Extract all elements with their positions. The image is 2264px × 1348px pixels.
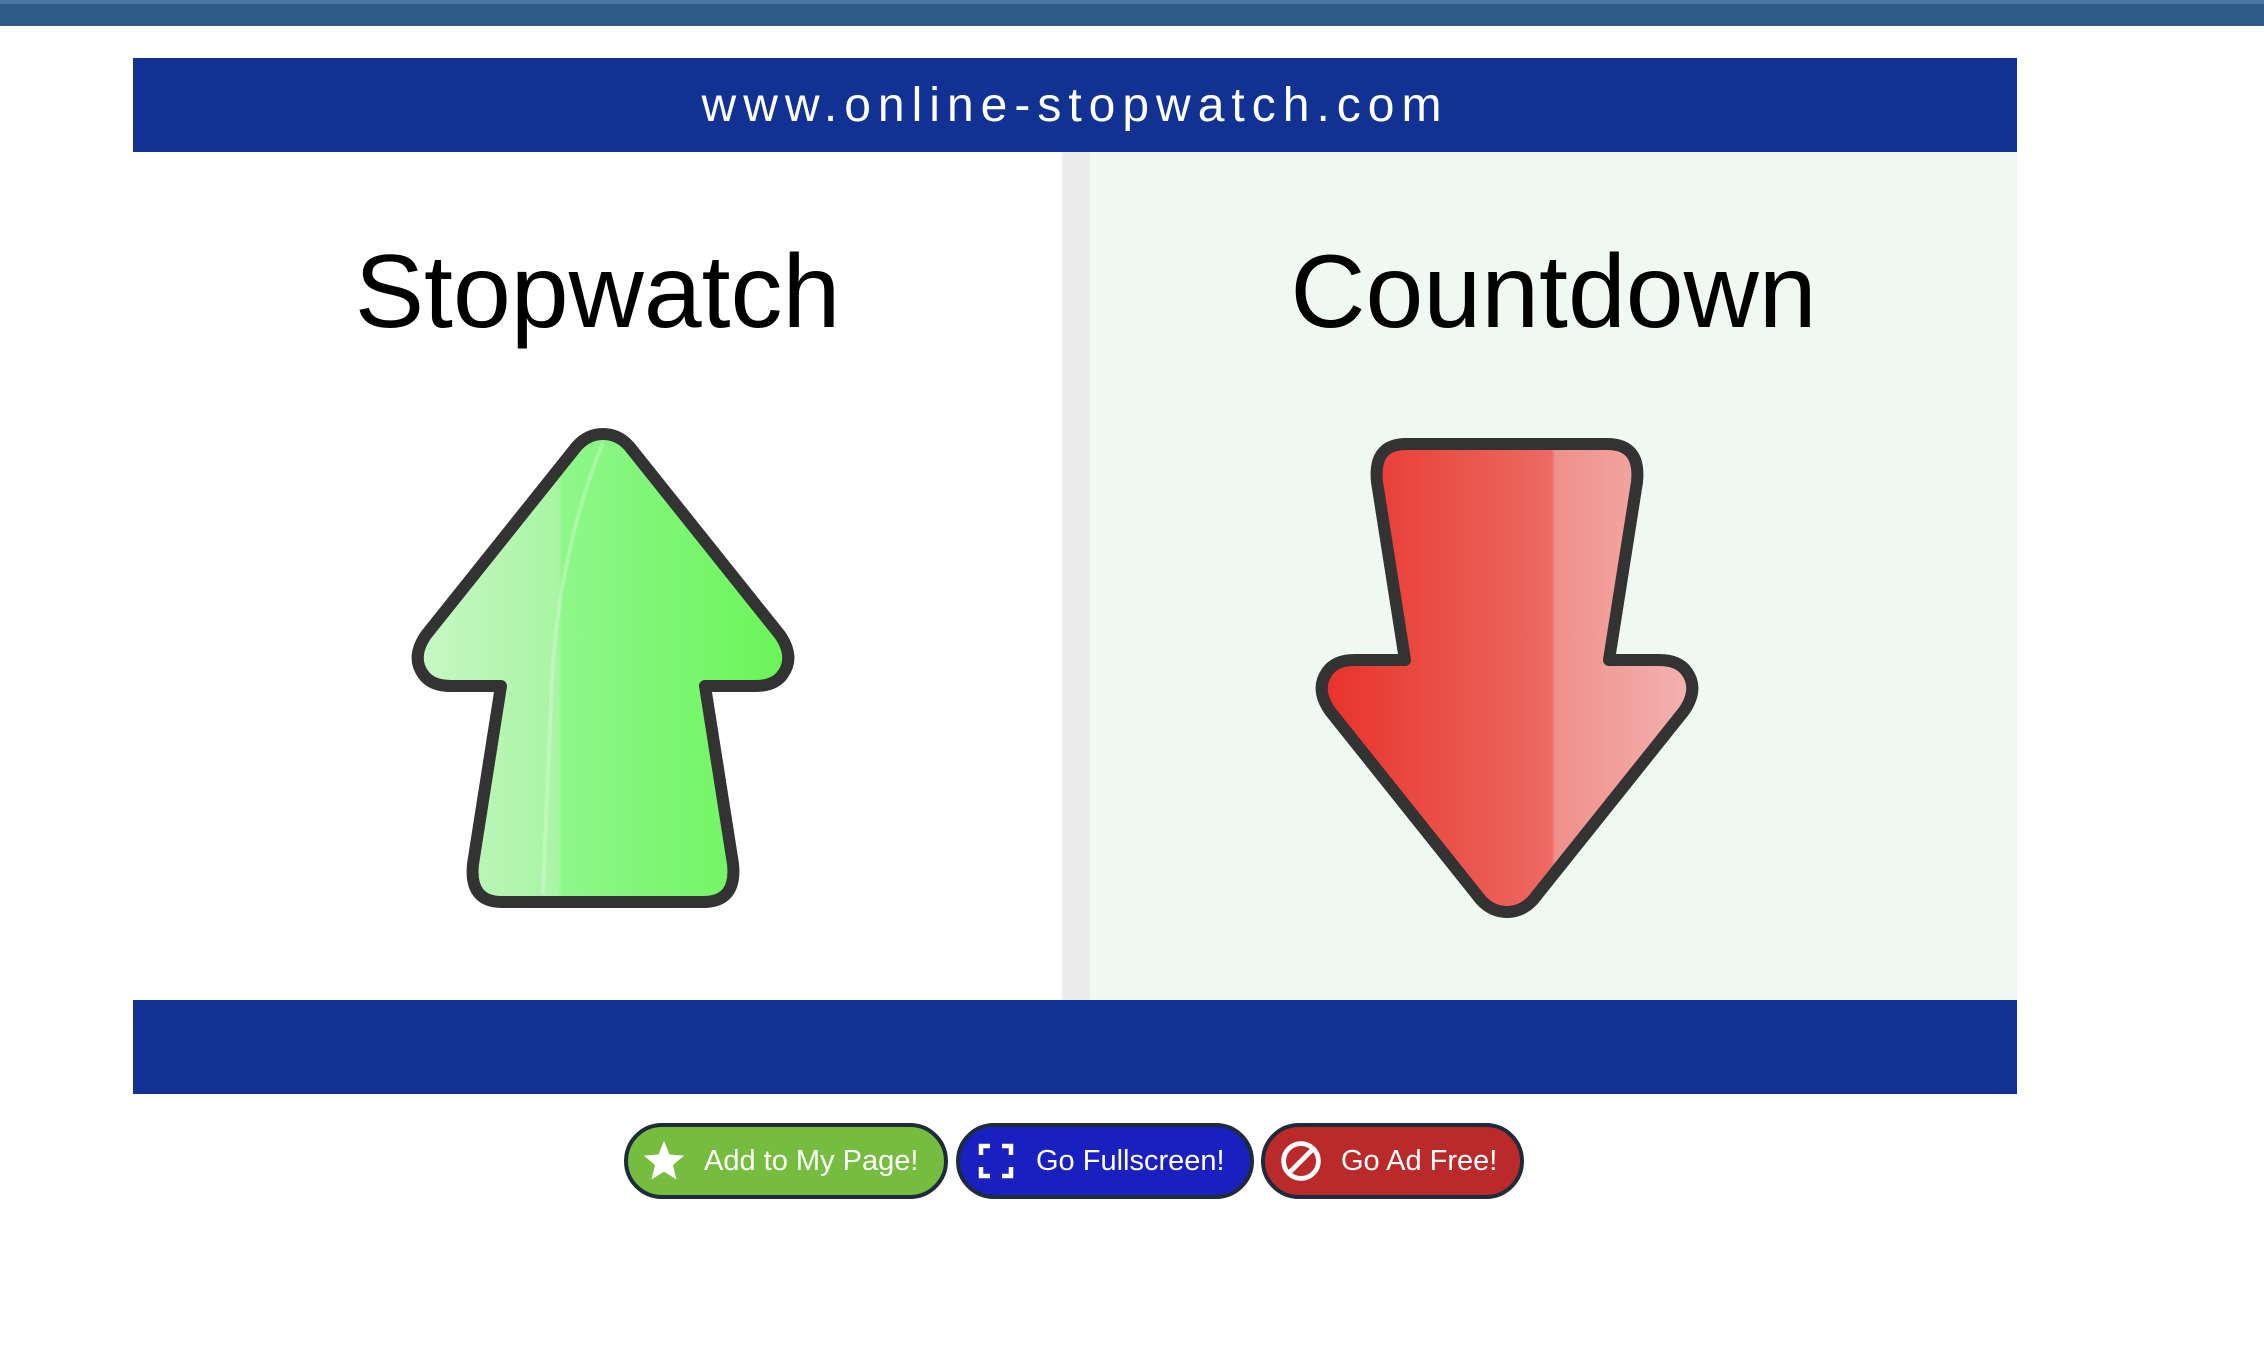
go-ad-free-label: Go Ad Free!	[1341, 1144, 1498, 1177]
add-to-my-page-label: Add to My Page!	[704, 1144, 919, 1177]
site-url[interactable]: www.online-stopwatch.com	[702, 78, 1449, 133]
fullscreen-icon	[972, 1137, 1020, 1185]
panel-divider	[1062, 152, 1090, 1000]
go-fullscreen-label: Go Fullscreen!	[1036, 1144, 1225, 1177]
browser-top-bar	[0, 0, 2264, 26]
stopwatch-panel[interactable]: Stopwatch	[133, 152, 1062, 1000]
up-arrow-icon[interactable]	[403, 412, 803, 932]
countdown-title: Countdown	[1290, 234, 1817, 350]
footer-band	[133, 1000, 2017, 1094]
go-fullscreen-button[interactable]: Go Fullscreen!	[956, 1123, 1254, 1199]
countdown-panel[interactable]: Countdown	[1090, 152, 2017, 1000]
button-row: Add to My Page! Go Fullscreen! Go Ad Fre…	[0, 1123, 2264, 1203]
down-arrow-icon[interactable]	[1307, 410, 1707, 930]
stopwatch-title: Stopwatch	[354, 234, 841, 350]
star-icon	[640, 1137, 688, 1185]
no-sign-icon	[1277, 1137, 1325, 1185]
timer-widget: www.online-stopwatch.com Stopwatch Count…	[133, 58, 2017, 1094]
add-to-my-page-button[interactable]: Add to My Page!	[624, 1123, 948, 1199]
go-ad-free-button[interactable]: Go Ad Free!	[1261, 1123, 1524, 1199]
header-band: www.online-stopwatch.com	[133, 58, 2017, 152]
